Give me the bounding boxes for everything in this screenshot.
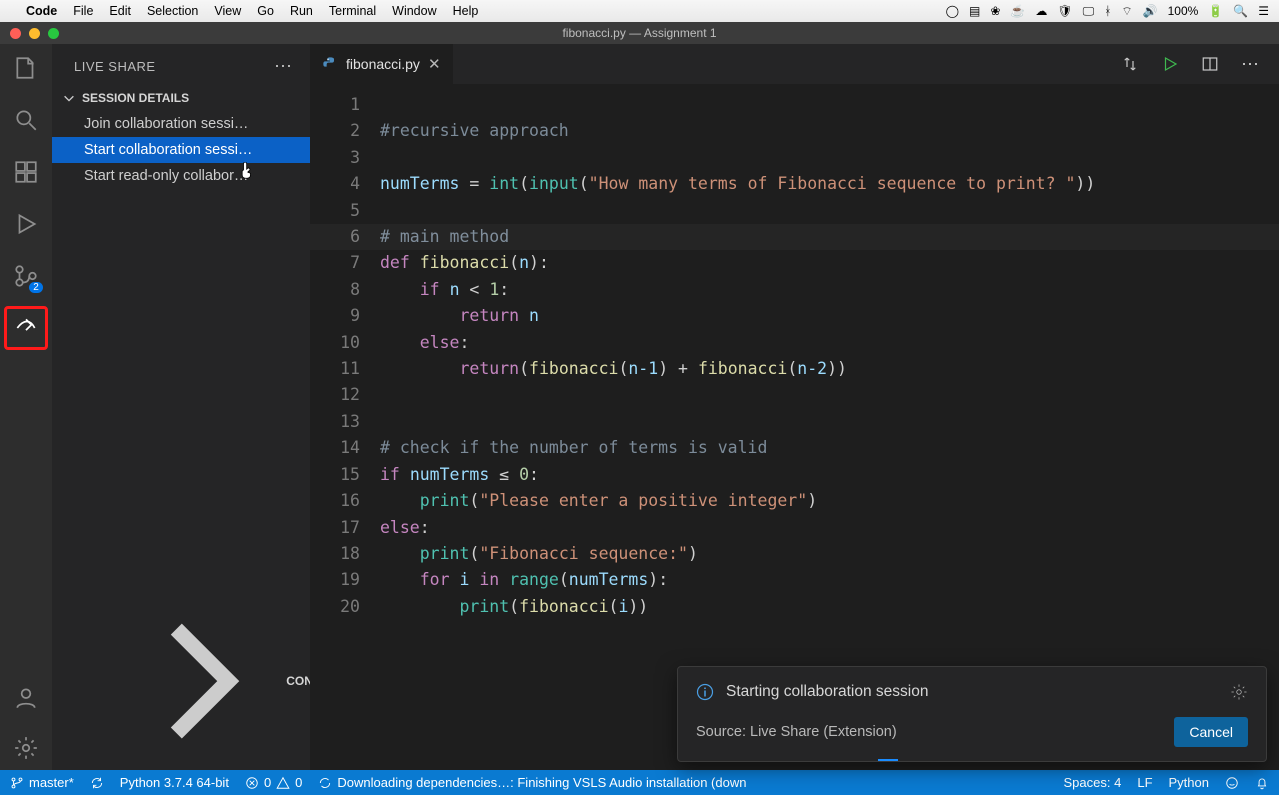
tab-close-icon[interactable]: ✕ (428, 55, 441, 73)
scm-badge: 2 (29, 282, 43, 293)
status-bell-icon[interactable] (1255, 776, 1269, 790)
spotlight-icon[interactable]: 🔍 (1233, 4, 1248, 18)
activity-bar: 2 (0, 44, 52, 770)
menu-go[interactable]: Go (257, 4, 274, 18)
macos-menubar: Code File Edit Selection View Go Run Ter… (0, 0, 1279, 22)
menu-app[interactable]: Code (26, 4, 57, 18)
cancel-button[interactable]: Cancel (1174, 717, 1248, 747)
menu-run[interactable]: Run (290, 4, 313, 18)
status-coffee-icon: ☕ (1010, 4, 1025, 18)
notification-source: Source: Live Share (Extension) (696, 724, 897, 740)
python-file-icon (322, 56, 338, 72)
sidebar-item-start-session[interactable]: Start collaboration sessi… (52, 137, 310, 163)
split-editor-icon[interactable] (1201, 55, 1219, 73)
extensions-icon[interactable] (12, 158, 40, 186)
battery-icon: 🔋 (1208, 4, 1223, 18)
chevron-right-icon (114, 598, 280, 764)
status-branch[interactable]: master* (10, 775, 74, 790)
notification-title: Starting collaboration session (726, 683, 928, 701)
window-title: fibonacci.py — Assignment 1 (562, 26, 716, 40)
source-control-icon[interactable]: 2 (12, 262, 40, 290)
battery-percent: 100% (1168, 4, 1199, 18)
status-wifi-icon: ⌔ (1121, 4, 1132, 19)
status-python[interactable]: Python 3.7.4 64-bit (120, 775, 229, 790)
chevron-down-icon (62, 91, 76, 105)
sidebar-title: LIVE SHARE (74, 59, 156, 74)
notification-settings-icon[interactable] (1230, 683, 1248, 701)
run-debug-icon[interactable] (12, 210, 40, 238)
compare-changes-icon[interactable] (1121, 55, 1139, 73)
sidebar-panel: LIVE SHARE ⋯ SESSION DETAILS Join collab… (52, 44, 310, 770)
status-task[interactable]: Downloading dependencies…: Finishing VSL… (318, 775, 746, 790)
tab-fibonacci[interactable]: fibonacci.py ✕ (310, 44, 453, 84)
line-gutter: 1234567891011121314151617181920 (310, 84, 380, 770)
highlight-box (4, 306, 48, 350)
status-bluetooth-icon: ᚼ (1104, 4, 1111, 18)
status-shield-icon: 🛡 (1057, 4, 1072, 18)
tab-label: fibonacci.py (346, 56, 420, 72)
status-eol[interactable]: LF (1137, 775, 1152, 790)
editor-area: fibonacci.py ✕ ⋯ 12345678910111213141516… (310, 44, 1279, 770)
editor-tabs: fibonacci.py ✕ ⋯ (310, 44, 1279, 84)
window-close-button[interactable] (10, 28, 21, 39)
section-label: SESSION DETAILS (82, 91, 189, 105)
menu-help[interactable]: Help (453, 4, 479, 18)
notification-toast: Starting collaboration session Source: L… (677, 666, 1267, 762)
settings-gear-icon[interactable] (12, 734, 40, 762)
sidebar-item-start-readonly[interactable]: Start read-only collabor… (52, 163, 310, 189)
notification-progress (678, 759, 1266, 761)
sidebar-more-icon[interactable]: ⋯ (274, 56, 294, 77)
status-bar: master* Python 3.7.4 64-bit 0 0 Download… (0, 770, 1279, 795)
search-icon[interactable] (12, 106, 40, 134)
live-share-icon[interactable] (12, 314, 40, 342)
status-circle-icon: ◯ (946, 4, 959, 18)
status-feedback-icon[interactable] (1225, 776, 1239, 790)
session-details-header[interactable]: SESSION DETAILS (52, 85, 310, 111)
status-cloud-icon: ☁ (1035, 4, 1047, 18)
menu-terminal[interactable]: Terminal (329, 4, 376, 18)
status-spaces[interactable]: Spaces: 4 (1064, 775, 1122, 790)
menu-view[interactable]: View (214, 4, 241, 18)
sidebar-item-join-session[interactable]: Join collaboration sessi… (52, 111, 310, 137)
account-icon[interactable] (12, 684, 40, 712)
run-file-icon[interactable] (1161, 55, 1179, 73)
window-maximize-button[interactable] (48, 28, 59, 39)
status-globe-icon: ❀ (990, 4, 1000, 18)
menu-edit[interactable]: Edit (109, 4, 131, 18)
control-center-icon[interactable]: ☰ (1258, 4, 1269, 18)
explorer-icon[interactable] (12, 54, 40, 82)
menu-file[interactable]: File (73, 4, 93, 18)
status-box-icon: ▤ (969, 4, 980, 18)
status-errors[interactable]: 0 0 (245, 775, 302, 790)
status-volume-icon: 🔊 (1143, 4, 1158, 18)
status-sync-icon[interactable] (90, 776, 104, 790)
menu-selection[interactable]: Selection (147, 4, 198, 18)
editor-more-icon[interactable]: ⋯ (1241, 54, 1261, 75)
status-display-icon: 🖵 (1083, 4, 1095, 19)
status-language[interactable]: Python (1169, 775, 1209, 790)
menu-window[interactable]: Window (392, 4, 436, 18)
window-titlebar: fibonacci.py — Assignment 1 (0, 22, 1279, 44)
info-icon (696, 683, 714, 701)
window-minimize-button[interactable] (29, 28, 40, 39)
